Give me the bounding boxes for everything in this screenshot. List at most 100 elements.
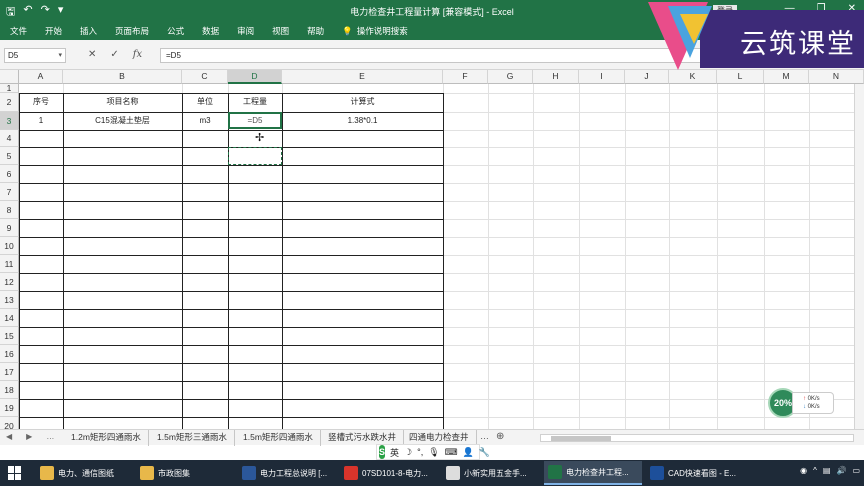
header-cell-item-name[interactable]: 项目名称 bbox=[63, 93, 182, 110]
sheet-tab-3[interactable]: 1.5m矩形四通雨水 bbox=[236, 430, 321, 446]
row-header-5[interactable]: 5 bbox=[0, 147, 19, 165]
worksheet-grid[interactable]: 序号 项目名称 单位 工程量 计算式 1 C15混凝土垫层 m3 =D5 1.3… bbox=[19, 84, 864, 436]
sogou-icon[interactable]: S bbox=[379, 445, 386, 459]
name-box[interactable]: D5 ▾ bbox=[4, 48, 66, 63]
tab-review[interactable]: 审阅 bbox=[237, 25, 254, 37]
scroll-thumb[interactable] bbox=[551, 436, 611, 441]
horizontal-scrollbar[interactable] bbox=[540, 434, 854, 442]
taskbar-item-cad[interactable]: CAD快速看图 - E... bbox=[646, 461, 744, 485]
network-icon[interactable]: ▤ bbox=[823, 466, 831, 475]
moon-icon[interactable]: ☽ bbox=[404, 447, 412, 458]
chevron-down-icon[interactable]: ▾ bbox=[58, 49, 62, 62]
keyboard-icon[interactable]: ⌨ bbox=[445, 447, 458, 458]
more-sheets-icon[interactable]: … bbox=[480, 431, 489, 441]
column-header-l[interactable]: L bbox=[717, 70, 764, 84]
tab-help[interactable]: 帮助 bbox=[307, 25, 324, 37]
row-header-1[interactable]: 1 bbox=[0, 84, 19, 93]
sheet-tab-1[interactable]: 1.2m矩形四通雨水 bbox=[64, 430, 149, 446]
row-header-3[interactable]: 3 bbox=[0, 112, 19, 130]
row-header-12[interactable]: 12 bbox=[0, 273, 19, 291]
table-border-horizontal bbox=[19, 345, 443, 346]
taskbar-item-folder-2[interactable]: 市政图集 bbox=[136, 461, 234, 485]
add-sheet-icon[interactable]: ⊕ bbox=[496, 431, 504, 442]
row-header-7[interactable]: 7 bbox=[0, 183, 19, 201]
cell-d3-editing[interactable]: =D5 bbox=[228, 112, 282, 129]
tab-file[interactable]: 文件 bbox=[10, 25, 27, 37]
header-cell-seq[interactable]: 序号 bbox=[19, 93, 63, 110]
row-header-11[interactable]: 11 bbox=[0, 255, 19, 273]
cell-c3[interactable]: m3 bbox=[182, 112, 228, 129]
cell-a3[interactable]: 1 bbox=[19, 112, 63, 129]
row-header-4[interactable]: 4 bbox=[0, 130, 19, 147]
tray-chevron-icon[interactable]: ^ bbox=[813, 466, 817, 475]
column-header-i[interactable]: I bbox=[579, 70, 625, 84]
column-header-d[interactable]: D bbox=[228, 70, 282, 84]
row-header-2[interactable]: 2 bbox=[0, 93, 19, 112]
taskbar-item-excel[interactable]: 电力检查井工程... bbox=[544, 461, 642, 485]
table-border-horizontal bbox=[19, 291, 443, 292]
header-cell-unit[interactable]: 单位 bbox=[182, 93, 228, 110]
tab-data[interactable]: 数据 bbox=[202, 25, 219, 37]
column-header-b[interactable]: B bbox=[63, 70, 182, 84]
insert-function-icon[interactable]: fx bbox=[133, 49, 142, 60]
user-icon[interactable]: 👤 bbox=[463, 447, 474, 458]
tab-formulas[interactable]: 公式 bbox=[167, 25, 184, 37]
row-header-6[interactable]: 6 bbox=[0, 165, 19, 183]
row-header-14[interactable]: 14 bbox=[0, 309, 19, 327]
ime-language[interactable]: 英 bbox=[390, 446, 399, 459]
header-cell-quantity[interactable]: 工程量 bbox=[228, 93, 282, 110]
column-header-a[interactable]: A bbox=[19, 70, 63, 84]
notification-icon[interactable]: ▭ bbox=[852, 466, 860, 475]
row-header-15[interactable]: 15 bbox=[0, 327, 19, 345]
tell-me-search[interactable]: 💡 操作说明搜索 bbox=[342, 25, 408, 37]
column-header-k[interactable]: K bbox=[669, 70, 717, 84]
column-header-n[interactable]: N bbox=[809, 70, 864, 84]
taskbar-label: 电力、通信图纸 bbox=[58, 468, 114, 478]
column-header-f[interactable]: F bbox=[443, 70, 488, 84]
taskbar-item-folder-1[interactable]: 电力、通信图纸 bbox=[36, 461, 134, 485]
tab-view[interactable]: 视图 bbox=[272, 25, 289, 37]
tab-insert[interactable]: 插入 bbox=[80, 25, 97, 37]
cell-b3[interactable]: C15混凝土垫层 bbox=[63, 112, 182, 129]
taskbar-item-word[interactable]: 电力工程总说明 [... bbox=[238, 461, 336, 485]
vertical-scrollbar[interactable] bbox=[854, 84, 864, 429]
table-border-horizontal bbox=[19, 130, 443, 131]
volume-icon[interactable]: 🔊 bbox=[836, 466, 846, 475]
lightbulb-icon: 💡 bbox=[342, 25, 353, 36]
tools-icon[interactable]: 🔧 bbox=[479, 447, 490, 458]
column-header-j[interactable]: J bbox=[625, 70, 669, 84]
tray-app-icon[interactable]: ◉ bbox=[800, 466, 807, 475]
column-header-g[interactable]: G bbox=[488, 70, 533, 84]
windows-start-icon[interactable] bbox=[8, 466, 22, 480]
network-speed-widget[interactable]: 20% ↑ 0K/s ↓ 0K/s bbox=[768, 388, 836, 418]
mic-icon[interactable]: 🎙 bbox=[428, 447, 439, 458]
column-header-h[interactable]: H bbox=[533, 70, 579, 84]
taskbar-item-pdf[interactable]: 07SD101-8-电力... bbox=[340, 461, 438, 485]
row-header-16[interactable]: 16 bbox=[0, 345, 19, 363]
gridline-vertical bbox=[809, 84, 810, 429]
cancel-icon[interactable]: ✕ bbox=[88, 49, 96, 60]
taskbar-item-handbook[interactable]: 小新实用五金手... bbox=[442, 461, 540, 485]
select-all-corner[interactable] bbox=[0, 70, 19, 84]
enter-check-icon[interactable]: ✓ bbox=[110, 49, 118, 60]
sheet-tab-2[interactable]: 1.5m矩形三通雨水 bbox=[150, 430, 235, 446]
cell-e3[interactable]: 1.38*0.1 bbox=[282, 112, 443, 129]
next-sheet-icon[interactable]: ▶ bbox=[26, 432, 32, 441]
tab-home[interactable]: 开始 bbox=[45, 25, 62, 37]
row-header-19[interactable]: 19 bbox=[0, 399, 19, 417]
header-cell-formula[interactable]: 计算式 bbox=[282, 93, 443, 110]
ellipsis-icon[interactable]: … bbox=[46, 432, 54, 441]
punctuation-icon[interactable]: °, bbox=[417, 447, 423, 457]
row-header-10[interactable]: 10 bbox=[0, 237, 19, 255]
tab-page-layout[interactable]: 页面布局 bbox=[115, 25, 149, 37]
row-header-9[interactable]: 9 bbox=[0, 219, 19, 237]
column-header-c[interactable]: C bbox=[182, 70, 228, 84]
ime-toolbar[interactable]: S 英 ☽ °, 🎙 ⌨ 👤 🔧 bbox=[376, 444, 490, 460]
column-header-e[interactable]: E bbox=[282, 70, 443, 84]
row-header-8[interactable]: 8 bbox=[0, 201, 19, 219]
row-header-13[interactable]: 13 bbox=[0, 291, 19, 309]
row-header-18[interactable]: 18 bbox=[0, 381, 19, 399]
column-header-m[interactable]: M bbox=[764, 70, 809, 84]
row-header-17[interactable]: 17 bbox=[0, 363, 19, 381]
prev-sheet-icon[interactable]: ◀ bbox=[6, 432, 12, 441]
